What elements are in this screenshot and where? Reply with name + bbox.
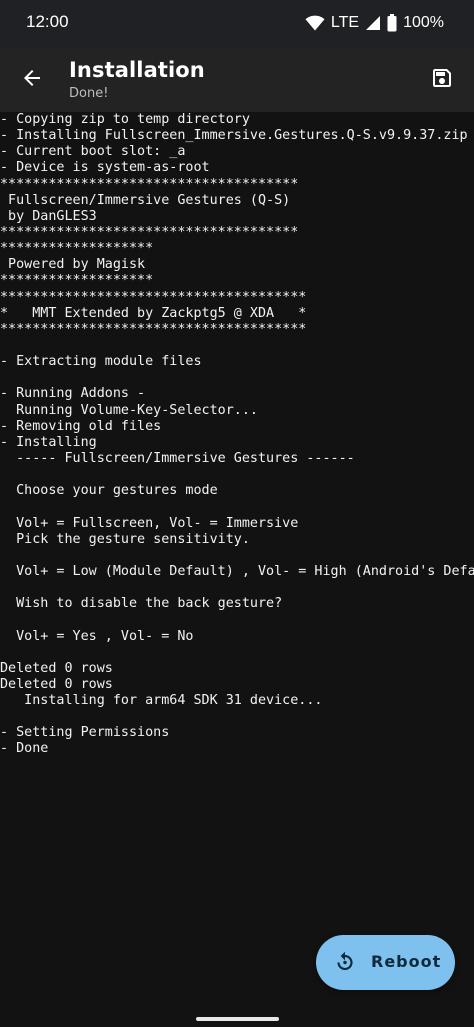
save-icon <box>430 66 454 94</box>
console-line: Choose your gestures mode <box>0 483 218 499</box>
network-type-label: LTE <box>330 14 360 31</box>
console-line: Installing for arm64 SDK 31 device... <box>0 693 323 709</box>
save-log-button[interactable] <box>424 62 460 98</box>
console-line: Powered by Magisk <box>0 257 146 273</box>
console-line: by DanGLES3 <box>0 208 97 224</box>
console-line: - Extracting module files <box>0 354 202 370</box>
console-line: ************************************* <box>0 176 299 192</box>
console-line: - Installing <box>0 434 97 450</box>
arrow-left-icon <box>20 66 44 94</box>
status-indicators: LTE 100% <box>305 11 444 35</box>
battery-icon <box>387 14 397 32</box>
gesture-navigation-handle[interactable] <box>196 1017 279 1021</box>
reboot-button[interactable]: Reboot <box>316 935 455 990</box>
console-line: ******************* <box>0 273 154 289</box>
console-line: Deleted 0 rows <box>0 676 113 692</box>
console-line: Vol+ = Yes , Vol- = No <box>0 628 194 644</box>
reboot-button-label: Reboot <box>371 952 442 971</box>
console-line: Wish to disable the back gesture? <box>0 596 283 612</box>
console-line: - Removing old files <box>0 418 162 434</box>
page-title: Installation <box>69 58 205 82</box>
console-line: - Running Addons - <box>0 386 146 402</box>
app-bar: Installation Done! <box>0 48 474 112</box>
status-time: 12:00 <box>26 12 69 31</box>
console-line: - Setting Permissions <box>0 725 170 741</box>
console-line: ----- Fullscreen/Immersive Gestures ----… <box>0 450 355 466</box>
battery-percent: 100% <box>403 14 444 31</box>
console-line: Pick the gesture sensitivity. <box>0 531 250 547</box>
console-line: - Done <box>0 741 49 757</box>
console-line: Deleted 0 rows <box>0 660 113 676</box>
console-line: ************************************** <box>0 289 307 305</box>
console-text: - Copying zip to temp directory - Install… <box>0 112 474 758</box>
back-button[interactable] <box>14 62 50 98</box>
cellular-signal-icon <box>365 15 381 31</box>
console-line: - Installing Fullscreen_Immersive.Gestur… <box>0 128 468 144</box>
console-line: - Device is system-as-root <box>0 160 210 176</box>
console-line: Fullscreen/Immersive Gestures (Q-S) <box>0 192 291 208</box>
console-log[interactable]: - Copying zip to temp directory - Install… <box>0 112 474 992</box>
console-line: - Copying zip to temp directory <box>0 112 250 127</box>
console-line: Running Volume-Key-Selector... <box>0 402 258 418</box>
console-line: ************************************** <box>0 321 307 337</box>
wifi-icon <box>305 15 325 31</box>
page-subtitle: Done! <box>69 86 109 101</box>
restart-icon <box>332 949 358 975</box>
console-line: - Current boot slot: _a <box>0 144 186 160</box>
console-line: ************************************* <box>0 224 299 240</box>
console-line: Vol+ = Low (Module Default) , Vol- = Hig… <box>0 563 474 579</box>
status-bar: 12:00 LTE 100% <box>0 0 474 48</box>
console-line: * MMT Extended by Zackptg5 @ XDA * <box>0 305 307 321</box>
console-line: ******************* <box>0 241 154 257</box>
console-line: Vol+ = Fullscreen, Vol- = Immersive <box>0 515 299 531</box>
